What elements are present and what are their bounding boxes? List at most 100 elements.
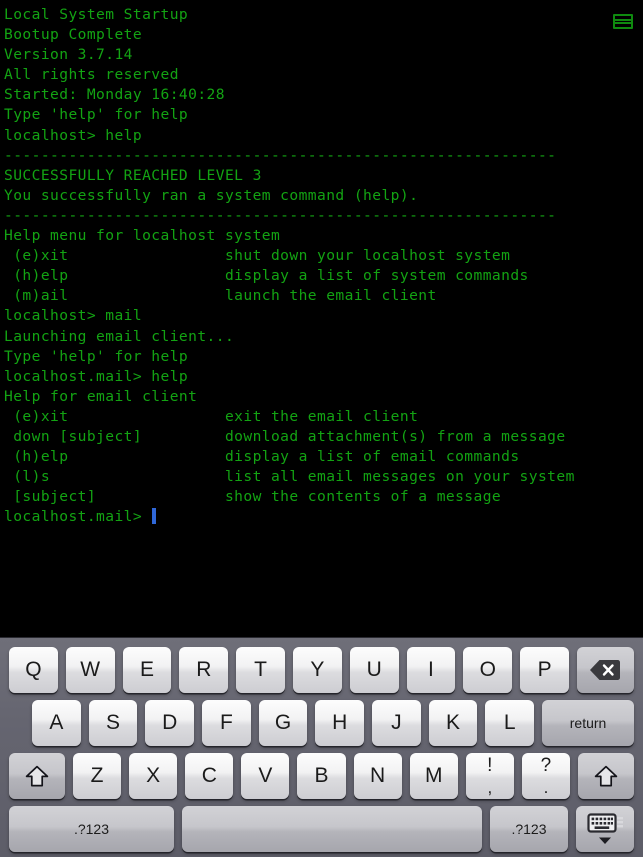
key-label: H [332,711,348,734]
key-o[interactable]: O [463,647,513,693]
terminal-line: Help menu for localhost system [4,227,281,245]
key-shift-left[interactable] [9,753,65,799]
key-t[interactable]: T [236,647,285,693]
key-label: O [479,658,496,681]
key-label: W [80,658,101,681]
key-g[interactable]: G [258,700,308,746]
key-n[interactable]: N [353,753,402,799]
menu-icon-bar [615,22,631,24]
terminal-line: (h)elp display a list of email commands [4,448,520,466]
key-label: V [258,764,273,787]
text-cursor [152,508,157,525]
key-exclaim-comma[interactable]: !, [465,753,514,799]
terminal-line: SUCCESSFULLY REACHED LEVEL 3 [4,166,262,184]
terminal-line: (l)s list all email messages on your sys… [4,468,575,486]
key-l[interactable]: L [485,700,535,746]
key-label: S [106,711,121,734]
key-label: G [274,711,292,734]
key-label: N [370,764,386,787]
key-label: R [196,658,212,681]
key-label: B [314,764,329,787]
key-m[interactable]: M [409,753,458,799]
key-label: T [254,658,267,681]
key-label: Z [90,764,104,787]
keyboard-row-1: Q WE R T Y U I O P [0,643,643,697]
key-label: Y [310,658,325,681]
terminal-line: localhost.mail> help [4,367,189,385]
key-y[interactable]: Y [292,647,342,693]
key-label: J [391,711,402,734]
key-numeric-right[interactable]: .?123 [490,806,568,852]
keyboard-row-4: .?123 .?123 [0,802,643,856]
key-label-top: ? [540,755,552,776]
key-label: A [49,711,64,734]
terminal-screen[interactable]: Local System Startup Bootup Complete Versi… [0,0,643,637]
key-return[interactable]: return [542,700,635,746]
terminal-line: Version 3.7.14 [4,46,133,64]
terminal-line: localhost> help [4,126,143,144]
key-space[interactable] [182,806,482,852]
key-label: X [146,764,161,787]
key-hide-keyboard[interactable] [576,806,634,852]
key-label-bottom: . [543,778,549,797]
terminal-line: Started: Monday 16:40:28 [4,86,225,104]
key-k[interactable]: K [428,700,478,746]
key-i[interactable]: I [406,647,456,693]
key-e[interactable]: E [122,647,172,693]
key-label: U [366,658,382,681]
key-label: D [162,711,178,734]
key-c[interactable]: C [185,753,234,799]
menu-icon-bar [615,19,631,21]
terminal-line: All rights reserved [4,66,179,84]
key-j[interactable]: J [372,700,421,746]
key-label-top: ! [487,755,493,776]
key-question-period[interactable]: ?. [521,753,570,799]
terminal-line: Help for email client [4,387,198,405]
key-label-bottom: , [487,778,493,797]
key-label: P [537,658,552,681]
key-d[interactable]: D [145,700,195,746]
key-label: I [428,658,434,681]
terminal-line: (e)xit shut down your localhost system [4,247,511,265]
key-label: Q [25,658,42,681]
key-u[interactable]: U [349,647,399,693]
terminal-line: Type 'help' for help [4,106,189,124]
key-label: C [201,764,217,787]
key-z[interactable]: Z [73,753,122,799]
hamburger-menu-icon[interactable] [613,14,633,29]
key-label: K [446,711,461,734]
key-f[interactable]: F [202,700,251,746]
key-dual-label: !, [487,756,492,796]
terminal-line: [subject] show the contents of a message [4,488,502,506]
key-w[interactable]: W [65,647,115,693]
keyboard-row-2: A S D F G H J K Lreturn [0,696,643,750]
key-label: return [569,715,607,731]
key-label: F [219,711,233,734]
key-shift-right[interactable] [577,753,634,799]
key-b[interactable]: B [297,753,346,799]
on-screen-keyboard[interactable]: Q W E R T Y U I O P A S D F G H J K Lreturn Z X C V B N M!,?. .… [0,637,643,857]
key-label: L [503,711,516,734]
key-numeric-left[interactable]: .?123 [9,806,174,852]
key-p[interactable]: P [520,647,569,693]
terminal-line: Bootup Complete [4,26,143,44]
key-backspace[interactable] [576,647,634,693]
key-v[interactable]: V [241,753,290,799]
backspace-icon [590,659,621,681]
terminal-line: ----------------------------------------… [4,206,557,224]
terminal-line: (h)elp display a list of system commands [4,267,529,285]
key-h[interactable]: H [315,700,365,746]
terminal-prompt-line: localhost.mail> [4,507,575,527]
terminal-line: localhost> mail [4,307,143,325]
terminal-line: Local System Startup [4,6,189,23]
key-r[interactable]: R [179,647,229,693]
key-x[interactable]: X [129,753,178,799]
hide-keyboard-icon [586,812,624,846]
terminal-line: (m)ail launch the email client [4,287,437,305]
key-q[interactable]: Q [9,647,58,693]
key-s[interactable]: S [88,700,138,746]
terminal-line: You successfully ran a system command (h… [4,186,419,204]
terminal-line: Type 'help' for help [4,347,189,365]
key-a[interactable]: A [32,700,81,746]
terminal-line: (e)xit exit the email client [4,407,419,425]
